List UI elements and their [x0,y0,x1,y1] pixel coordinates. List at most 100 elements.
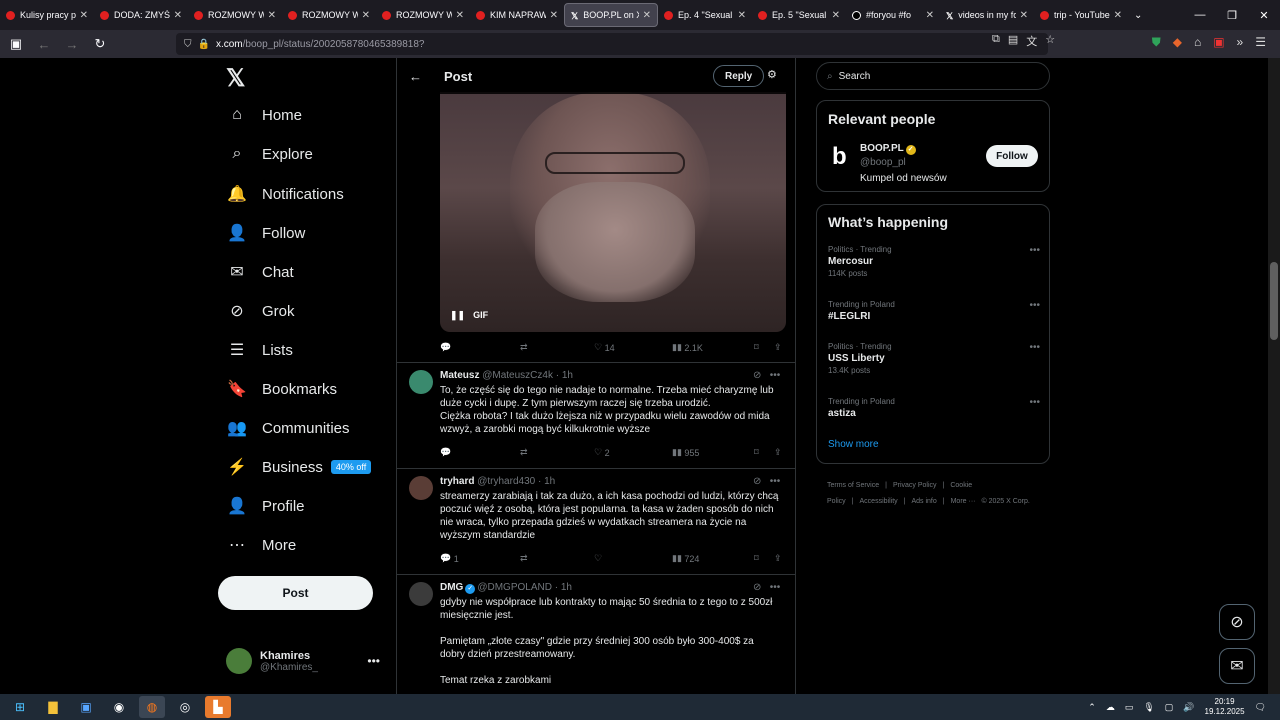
microphone-icon[interactable]: 🎙 [1143,702,1154,713]
messages-fab-icon[interactable]: ✉ [1219,648,1255,684]
url-bar[interactable]: ⛉ 🔒 x.com/boop_pl/status/200205878046538… [176,33,1055,55]
tab-close-icon[interactable]: ✕ [268,10,276,21]
browser-tab[interactable]: ROZMOWY W T ✕ [376,0,470,30]
minimize-icon[interactable]: — [1184,9,1216,21]
reply-author-handle[interactable]: @tryhard430 [477,476,535,487]
avatar[interactable] [409,582,433,606]
more-icon[interactable]: ••• [770,476,781,487]
nav-item-more[interactable]: ⋯ More [226,535,296,555]
reply-button[interactable]: 💬 1 [440,553,520,564]
translate-icon[interactable]: 文 [1026,33,1037,49]
browser-tab[interactable]: KIM NAPRAWD ✕ [470,0,564,30]
browser-tab[interactable]: DODA: ZMYŚLO ✕ [94,0,188,30]
like-button[interactable]: ♡ 2 [594,447,672,458]
nav-item-business[interactable]: ⚡ Business 40% off [226,457,372,477]
notes-app-icon[interactable]: ▙ [205,696,231,718]
tab-close-icon[interactable]: ✕ [738,10,746,21]
grok-explain-icon[interactable]: ⊘ [753,582,761,593]
trend-more-icon[interactable]: ••• [1029,397,1040,408]
overflow-chevron-icon[interactable]: » [1237,35,1244,50]
account-more-icon[interactable]: ••• [367,654,380,668]
post-button[interactable]: Post [218,576,373,610]
back-arrow-icon[interactable]: ← [409,69,422,84]
search-input[interactable]: ⌕ Search [816,62,1050,90]
tab-close-icon[interactable]: ✕ [456,10,464,21]
trend-more-icon[interactable]: ••• [1029,300,1040,311]
tab-close-icon[interactable]: ✕ [1114,10,1122,21]
views-button[interactable]: ▮▮ 724 [672,553,754,564]
reply-author-name[interactable]: Mateusz [440,370,479,381]
grok-explain-icon[interactable]: ⊘ [753,476,761,487]
repost-icon[interactable]: ⇄ [520,342,594,353]
reply-author-name[interactable]: tryhard [440,476,474,487]
footer-link[interactable]: Terms of Service [827,482,879,489]
nav-item-home[interactable]: ⌂ Home [226,106,302,124]
account-switcher[interactable]: Khamires @Khamires_ ••• [226,648,386,674]
views-button[interactable]: ▮▮ 955 [672,447,754,458]
pause-icon[interactable]: ❚❚ [450,310,465,321]
avatar[interactable] [409,370,433,394]
menu-icon[interactable]: ☰ [1255,35,1266,50]
notifications-icon[interactable]: 🗨 [1255,702,1266,713]
show-more-link[interactable]: Show more [828,439,879,450]
tab-list-chevron-icon[interactable]: ⌄ [1134,10,1142,21]
reply-author-handle[interactable]: @DMGPOLAND [477,582,552,593]
trend-more-icon[interactable]: ••• [1029,342,1040,353]
nav-item-communities[interactable]: 👥 Communities [226,418,350,438]
tab-close-icon[interactable]: ✕ [643,10,651,21]
reader-view-icon[interactable]: ▤ [1008,33,1018,49]
windows-start-icon[interactable]: ⊞ [7,696,33,718]
tab-close-icon[interactable]: ✕ [80,10,88,21]
avatar[interactable] [409,476,433,500]
page-scrollbar[interactable] [1268,58,1280,694]
browser-tab[interactable]: Kulisy pracy pro ✕ [0,0,94,30]
sidebar-toggle-icon[interactable]: ▣ [4,36,28,52]
grok-fab-icon[interactable]: ⊘ [1219,604,1255,640]
more-icon[interactable]: ••• [770,582,781,593]
trend-item[interactable]: Trending in Poland #LEGLRI ••• [828,300,1040,322]
browser-tab[interactable]: trip - YouTube ✕ [1034,0,1128,30]
like-button[interactable]: ♡ [594,553,672,564]
repost-icon[interactable]: ⇄ [520,447,594,458]
footer-link[interactable]: Accessibility [860,498,898,505]
views-button[interactable]: ▮▮ 2.1K [672,342,754,353]
fox-extension-icon[interactable]: ◆ [1173,35,1182,50]
extensions-icon[interactable]: ⌂ [1194,35,1201,50]
like-button[interactable]: ♡ 14 [594,342,672,353]
nav-item-lists[interactable]: ☰ Lists [226,340,293,360]
tab-close-icon[interactable]: ✕ [550,10,558,21]
reply-icon[interactable]: 💬 [440,342,520,353]
tray-app-icon[interactable]: ☁ [1106,702,1115,713]
footer-link[interactable]: Privacy Policy [893,482,937,489]
scrollbar-thumb[interactable] [1270,262,1278,340]
share-icon[interactable]: ⇪ [774,342,782,353]
footer-link[interactable]: Ads info [911,498,936,505]
back-icon[interactable]: ← [32,37,56,52]
repost-icon[interactable]: ⇄ [520,553,594,564]
grok-explain-icon[interactable]: ⊘ [753,370,761,381]
trend-more-icon[interactable]: ••• [1029,245,1040,256]
footer-link[interactable]: More ··· [951,498,976,505]
bookmark-icon[interactable]: ⌑ [754,447,774,458]
close-window-icon[interactable]: ✕ [1248,9,1280,22]
reply-author-name[interactable]: DMG [440,582,463,593]
display-icon[interactable]: ▢ [1165,702,1174,713]
browser-tab[interactable]: 𝕏 BOOP.PL on X: ✕ [564,3,658,27]
bookmark-icon[interactable]: ⌑ [754,342,774,353]
remote-desktop-icon[interactable]: ▣ [73,696,99,718]
tab-close-icon[interactable]: ✕ [926,10,934,21]
file-explorer-icon[interactable]: ▇ [40,696,66,718]
share-icon[interactable]: ⇪ [774,447,782,458]
volume-icon[interactable]: 🔊 [1183,702,1194,713]
browser-tab[interactable]: ROZMOWY W T ✕ [188,0,282,30]
browser-tab[interactable]: 𝕏videos in my fol ✕ [940,0,1034,30]
trend-item[interactable]: Trending in Poland astiza ••• [828,397,1040,419]
nav-item-grok[interactable]: ⊘ Grok [226,301,294,321]
bookmark-star-icon[interactable]: ☆ [1045,33,1055,49]
browser-tab[interactable]: Ep. 4 "Sexual Be ✕ [658,0,752,30]
tab-close-icon[interactable]: ✕ [362,10,370,21]
trend-item[interactable]: Politics · Trending USS Liberty 13.4K post… [828,342,1040,375]
browser-tab[interactable]: #foryou #fo ✕ [846,0,940,30]
bookmark-icon[interactable]: ⌑ [754,553,774,564]
tab-close-icon[interactable]: ✕ [1020,10,1028,21]
